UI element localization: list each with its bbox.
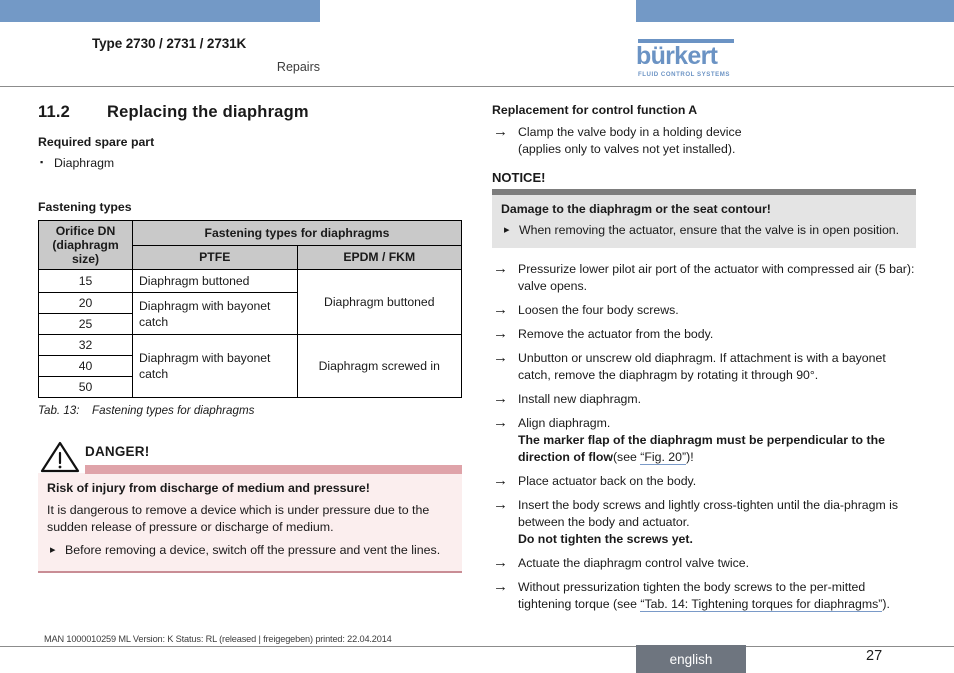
step-text-line2: (applies only to valves not yet installe… bbox=[518, 142, 736, 156]
danger-accent-bar bbox=[85, 465, 462, 474]
table-row: 32 Diaphragm with bayonet catch Diaphrag… bbox=[38, 334, 462, 398]
logo-tagline: FLUID CONTROL SYSTEMS bbox=[638, 71, 731, 78]
link-tab-14[interactable]: “Tab. 14: Tightening torques for diaphra… bbox=[640, 597, 883, 612]
language-badge: english bbox=[636, 645, 746, 673]
notice-bullet: When removing the actuator, ensure that … bbox=[501, 222, 907, 239]
step-place-actuator: Place actuator back on the body. bbox=[492, 472, 916, 490]
danger-header: DANGER! bbox=[38, 441, 462, 474]
header-accent-bar-left bbox=[0, 0, 320, 22]
column-header-epdm-fkm: EPDM / FKM bbox=[296, 244, 462, 270]
step-align-diaphragm: Align diaphragm. The marker flap of the … bbox=[492, 414, 916, 466]
left-column: 11.2 Replacing the diaphragm Required spa… bbox=[38, 103, 462, 573]
cell-dn: 40 bbox=[38, 355, 133, 377]
step-text-line1: Clamp the valve body in a holding device bbox=[518, 125, 742, 139]
table-caption-id: Tab. 13: bbox=[38, 404, 80, 417]
section-number: 11.2 bbox=[38, 103, 71, 121]
cell-ptfe: Diaphragm with bayonet catch bbox=[132, 334, 298, 398]
step-align-emphasis: The marker flap of the diaphragm must be… bbox=[518, 433, 885, 464]
page-number: 27 bbox=[866, 648, 883, 664]
danger-label: DANGER! bbox=[85, 444, 150, 459]
step-install-diaphragm: Install new diaphragm. bbox=[492, 390, 916, 408]
notice-callout: Damage to the diaphragm or the seat cont… bbox=[492, 195, 916, 248]
danger-paragraph: It is dangerous to remove a device which… bbox=[47, 503, 430, 534]
danger-callout: DANGER! Risk of injury from discharge of… bbox=[38, 441, 462, 573]
cell-dn: 20 bbox=[38, 292, 133, 314]
footer-divider bbox=[0, 646, 954, 647]
fastening-types-table: Orifice DN (diaphragm size) Fastening ty… bbox=[38, 220, 462, 398]
step-insert-screws: Insert the body screws and lightly cross… bbox=[492, 496, 916, 548]
link-fig-20[interactable]: “Fig. 20” bbox=[640, 450, 687, 465]
cell-epdm: Diaphragm screwed in bbox=[296, 334, 462, 398]
document-section-subtitle: Repairs bbox=[276, 60, 320, 74]
cell-epdm: Diaphragm buttoned bbox=[296, 269, 462, 335]
danger-title: Risk of injury from discharge of medium … bbox=[47, 481, 370, 495]
header-accent-bar-right bbox=[636, 0, 954, 22]
step-remove-actuator: Remove the actuator from the body. bbox=[492, 325, 916, 343]
table-row: 15 Diaphragm buttoned Diaphragm buttoned bbox=[38, 269, 462, 335]
notice-label: NOTICE! bbox=[492, 170, 546, 185]
cell-dn: 50 bbox=[38, 376, 133, 398]
page-title: 11.2 Replacing the diaphragm bbox=[38, 103, 462, 122]
step-align-text: Align diaphragm. bbox=[518, 416, 611, 430]
cell-dn: 25 bbox=[38, 313, 133, 335]
cell-dn: 15 bbox=[38, 269, 133, 293]
logo-wordmark: bürkert bbox=[636, 42, 718, 70]
step-torque-end: ). bbox=[882, 597, 890, 611]
list-item: Diaphragm bbox=[38, 154, 462, 172]
required-spare-part-list: Diaphragm bbox=[38, 154, 462, 172]
step-loosen-screws: Loosen the four body screws. bbox=[492, 301, 916, 319]
cell-ptfe: Diaphragm with bayonet catch bbox=[132, 292, 298, 335]
right-column: Replacement for control function A Clamp… bbox=[492, 103, 916, 620]
table-header-row: Orifice DN (diaphragm size) Fastening ty… bbox=[38, 220, 462, 270]
step-clamp-valve-body: Clamp the valve body in a holding device… bbox=[492, 123, 916, 158]
header-divider bbox=[0, 86, 954, 87]
step-align-see: (see bbox=[612, 450, 641, 464]
step-tighten-torque: Without pressurization tighten the body … bbox=[492, 578, 916, 613]
step-pressurize: Pressurize lower pilot air port of the a… bbox=[492, 260, 916, 295]
fastening-types-label: Fastening types bbox=[38, 200, 132, 214]
document-type-line: Type 2730 / 2731 / 2731K bbox=[92, 36, 247, 51]
step-unbutton-diaphragm: Unbutton or unscrew old diaphragm. If at… bbox=[492, 349, 916, 384]
burkert-logo: bürkert FLUID CONTROL SYSTEMS bbox=[636, 39, 736, 78]
danger-bullet: Before removing a device, switch off the… bbox=[47, 542, 453, 559]
column-header-fastening-group: Fastening types for diaphragms bbox=[132, 220, 462, 246]
table-caption: Tab. 13: Fastening types for diaphragms bbox=[38, 404, 462, 417]
danger-body: Risk of injury from discharge of medium … bbox=[38, 473, 462, 573]
cell-ptfe: Diaphragm buttoned bbox=[132, 269, 298, 293]
warning-triangle-icon bbox=[40, 441, 80, 478]
replacement-heading: Replacement for control function A bbox=[492, 103, 698, 117]
section-title: Replacing the diaphragm bbox=[107, 103, 309, 121]
column-header-ptfe: PTFE bbox=[132, 244, 298, 270]
step-align-end: )! bbox=[686, 450, 694, 464]
notice-title: Damage to the diaphragm or the seat cont… bbox=[501, 202, 771, 216]
step-insert-text: Insert the body screws and lightly cross… bbox=[518, 498, 899, 529]
cell-dn: 32 bbox=[38, 334, 133, 356]
required-spare-part-label: Required spare part bbox=[38, 135, 155, 149]
step-actuate-valve: Actuate the diaphragm control valve twic… bbox=[492, 554, 916, 572]
footer-document-info: MAN 1000010259 ML Version: K Status: RL … bbox=[44, 634, 392, 644]
table-caption-text: Fastening types for diaphragms bbox=[92, 404, 255, 417]
step-insert-emphasis: Do not tighten the screws yet. bbox=[518, 532, 693, 546]
column-header-orifice-dn: Orifice DN (diaphragm size) bbox=[38, 220, 133, 270]
